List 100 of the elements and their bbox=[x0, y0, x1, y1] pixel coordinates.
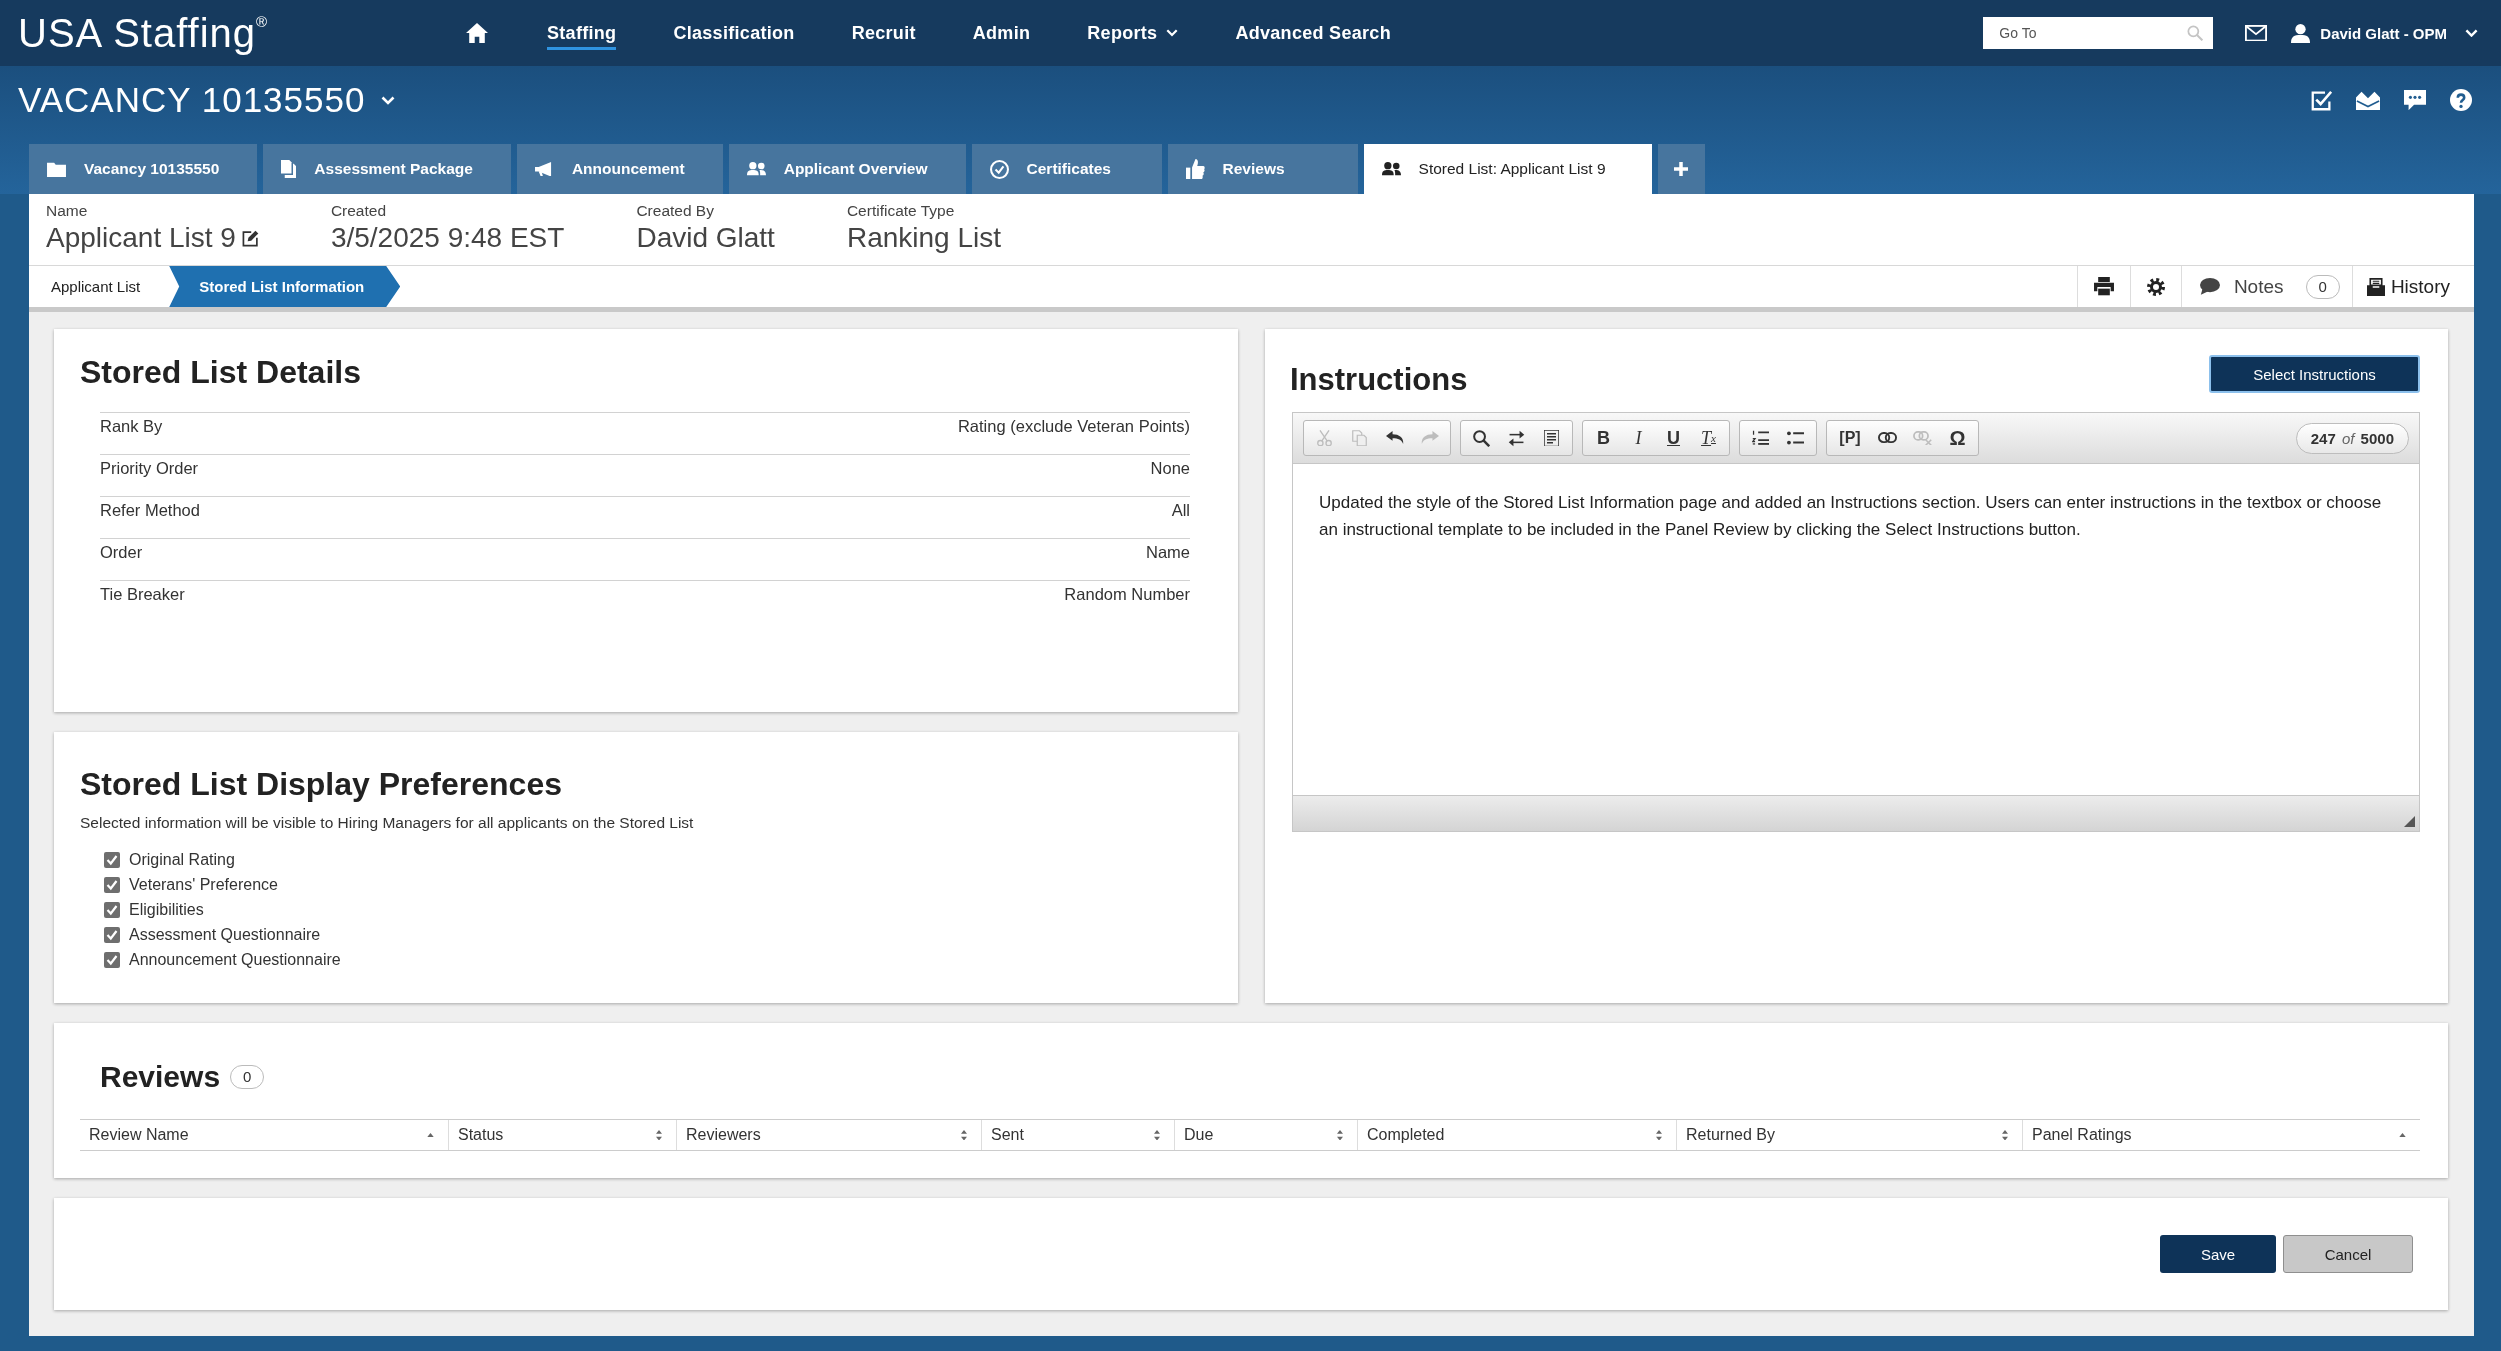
add-tab-button[interactable] bbox=[1657, 144, 1705, 194]
field-label: Created bbox=[330, 201, 387, 221]
user-menu[interactable]: David Glatt - OPM bbox=[2291, 23, 2478, 43]
detail-value: All bbox=[1171, 500, 1190, 521]
checkbox-label: Assessment Questionnaire bbox=[129, 925, 321, 944]
editor-text-area[interactable]: Updated the style of the Stored List Information page and added an Instructions section. Users can enter instructions in the textbox or choose an instructional template to be included in the Panel Review by clicking the Select Instructions button. bbox=[1293, 464, 2419, 795]
checkbox[interactable] bbox=[104, 851, 120, 868]
folder-icon bbox=[47, 161, 66, 177]
print-icon[interactable] bbox=[2093, 277, 2114, 296]
column-header[interactable]: Completed bbox=[1357, 1120, 1676, 1150]
select-instructions-button[interactable]: Select Instructions bbox=[2209, 355, 2420, 393]
search-icon bbox=[1473, 429, 1490, 447]
chevron-down-icon bbox=[381, 95, 396, 105]
breadcrumb[interactable]: Stored List Information bbox=[169, 266, 401, 307]
nav-link[interactable]: Admin bbox=[972, 16, 1031, 50]
column-header[interactable]: Panel Ratings bbox=[2022, 1120, 2420, 1150]
notes-button[interactable]: Notes 0 bbox=[2180, 266, 2352, 307]
field-label: Created By bbox=[636, 201, 714, 221]
checkbox-icon[interactable] bbox=[2311, 89, 2332, 111]
megaphone-icon bbox=[534, 161, 554, 177]
detail-value: Name bbox=[1146, 542, 1190, 563]
redo-icon bbox=[1420, 431, 1439, 445]
tab[interactable]: Reviews bbox=[1167, 144, 1358, 194]
column-header[interactable]: Reviewers bbox=[676, 1120, 981, 1150]
history-button[interactable]: History bbox=[2351, 266, 2474, 307]
cancel-button[interactable]: Cancel bbox=[2283, 1235, 2413, 1273]
checkbox-label: Eligibilities bbox=[129, 900, 204, 919]
tab[interactable]: Assessment Package bbox=[263, 144, 511, 194]
tab[interactable]: Announcement bbox=[516, 144, 723, 194]
swap-arrows-icon bbox=[1508, 429, 1525, 447]
field-value: David Glatt bbox=[636, 221, 775, 255]
paragraph-button[interactable]: [P] bbox=[1830, 421, 1870, 455]
tab[interactable]: Stored List: Applicant List 9 bbox=[1363, 144, 1652, 194]
detail-label: Priority Order bbox=[100, 458, 199, 479]
documents-icon bbox=[281, 160, 297, 178]
special-character-button[interactable]: Ω bbox=[1940, 421, 1975, 455]
nav-link[interactable]: Classification bbox=[673, 16, 795, 50]
nav-link[interactable]: Reports bbox=[1087, 16, 1179, 50]
undo-icon bbox=[1385, 431, 1404, 445]
edit-icon[interactable] bbox=[241, 229, 259, 247]
breadcrumb[interactable]: Applicant List bbox=[29, 266, 170, 307]
tab[interactable]: Vacancy 10135550 bbox=[29, 144, 258, 194]
column-header[interactable]: Status bbox=[448, 1120, 676, 1150]
search-icon bbox=[2187, 25, 2204, 41]
section-title: Reviews bbox=[100, 1059, 221, 1095]
plus-icon bbox=[1674, 162, 1688, 176]
field-label: Certificate Type bbox=[846, 201, 955, 221]
archive-icon bbox=[2366, 277, 2385, 296]
tab[interactable]: Certificates bbox=[971, 144, 1162, 194]
count-badge: 0 bbox=[2305, 274, 2340, 299]
field-label: Name bbox=[46, 201, 88, 221]
unlink-icon bbox=[1913, 430, 1932, 446]
home-icon[interactable] bbox=[466, 22, 488, 44]
checkbox[interactable] bbox=[104, 951, 120, 968]
bold-button[interactable]: B bbox=[1586, 421, 1621, 455]
app-logo[interactable]: USA Staffing$^{®}$ bbox=[18, 11, 269, 55]
mail-icon[interactable] bbox=[2245, 24, 2268, 42]
section-title: Stored List Details bbox=[80, 353, 362, 391]
detail-value: None bbox=[1150, 458, 1190, 479]
checkbox[interactable] bbox=[104, 901, 120, 918]
user-icon bbox=[2291, 23, 2311, 43]
checkbox-label: Veterans' Preference bbox=[129, 875, 278, 894]
nav-link[interactable]: Recruit bbox=[851, 16, 916, 50]
thumbs-up-icon bbox=[1185, 158, 1205, 180]
section-title: Stored List Display Preferences bbox=[80, 765, 563, 803]
nav-link[interactable]: Advanced Search bbox=[1235, 16, 1391, 50]
vacancy-title-dropdown[interactable]: VACANCY 10135550 bbox=[18, 79, 396, 121]
checkbox[interactable] bbox=[104, 876, 120, 893]
column-header[interactable]: Due bbox=[1174, 1120, 1357, 1150]
people-icon bbox=[746, 162, 766, 176]
people-icon bbox=[1381, 162, 1401, 176]
section-description: Selected information will be visible to Hiring Managers for all applicants on the Stored List bbox=[80, 813, 695, 833]
text-block-icon bbox=[1544, 429, 1559, 447]
nav-link[interactable]: Staffing bbox=[547, 16, 617, 50]
inbox-icon[interactable] bbox=[2356, 89, 2380, 111]
editable-field-value[interactable]: Applicant List 9 bbox=[46, 221, 259, 255]
section-title: Instructions bbox=[1290, 361, 1468, 399]
search-field[interactable]: Go To bbox=[1983, 17, 2214, 49]
detail-label: Refer Method bbox=[100, 500, 200, 521]
field-value: Ranking List bbox=[846, 221, 1001, 255]
detail-label: Rank By bbox=[100, 416, 163, 437]
detail-value: Rating (exclude Veteran Points) bbox=[957, 416, 1190, 437]
save-button[interactable]: Save bbox=[2160, 1235, 2276, 1273]
checkbox-label: Announcement Questionnaire bbox=[129, 950, 341, 969]
numbered-list-icon bbox=[1752, 430, 1769, 446]
tab[interactable]: Applicant Overview bbox=[728, 144, 966, 194]
underline-button[interactable]: U bbox=[1656, 421, 1691, 455]
chat-icon[interactable] bbox=[2404, 89, 2426, 111]
column-header[interactable]: Review Name bbox=[80, 1120, 448, 1150]
copy-icon bbox=[1352, 429, 1367, 447]
help-icon[interactable] bbox=[2450, 89, 2472, 111]
character-counter: 247 of 5000 bbox=[2295, 422, 2409, 454]
resize-handle-icon[interactable] bbox=[2404, 816, 2415, 827]
italic-button[interactable]: I bbox=[1621, 421, 1656, 455]
settings-icon[interactable] bbox=[2146, 277, 2165, 296]
column-header[interactable]: Returned By bbox=[1676, 1120, 2022, 1150]
chevron-down-icon bbox=[2465, 28, 2478, 38]
column-header[interactable]: Sent bbox=[981, 1120, 1174, 1150]
chevron-down-icon bbox=[1166, 29, 1179, 37]
checkbox[interactable] bbox=[104, 926, 120, 943]
